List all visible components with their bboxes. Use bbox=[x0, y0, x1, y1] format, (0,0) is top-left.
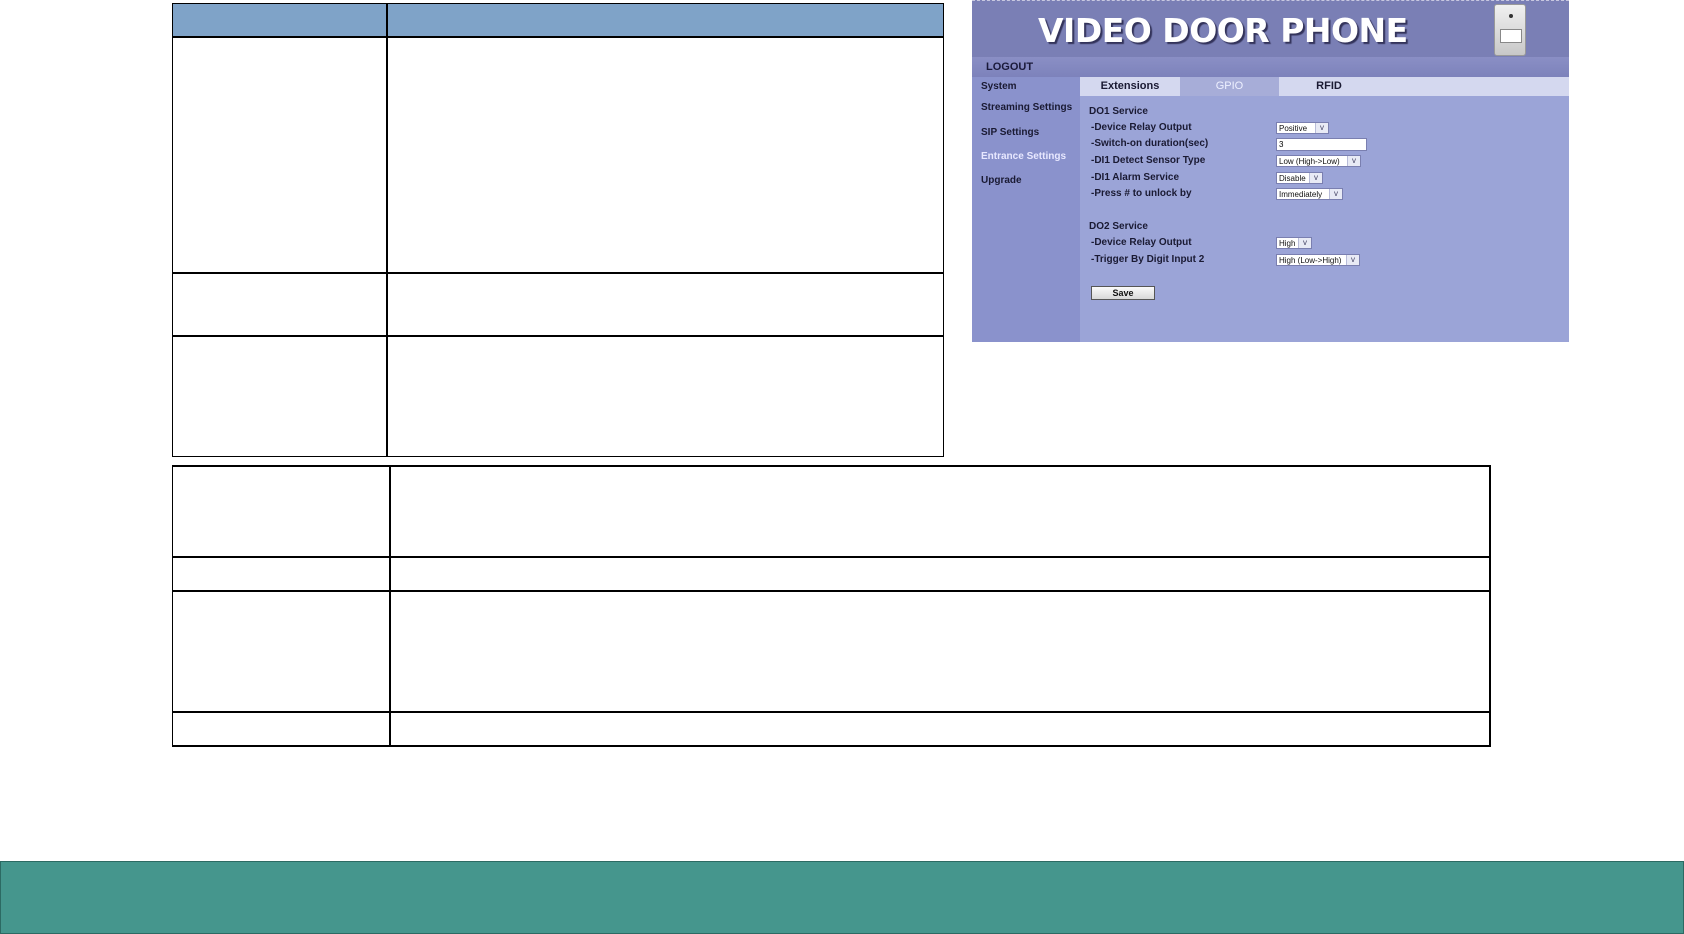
table1-border-right bbox=[943, 3, 944, 457]
di1-alarm-service-label: -DI1 Alarm Service bbox=[1091, 172, 1180, 183]
switch-on-duration-input[interactable]: 3 bbox=[1276, 138, 1367, 151]
table2-row-line-3 bbox=[172, 711, 1491, 713]
do1-relay-output-label: -Device Relay Output bbox=[1091, 122, 1192, 133]
press-unlock-select[interactable]: Immediately v bbox=[1276, 188, 1343, 200]
di1-alarm-service-select[interactable]: Disable v bbox=[1276, 172, 1323, 184]
do2-relay-output-select[interactable]: High v bbox=[1276, 237, 1312, 249]
di1-sensor-type-label: -DI1 Detect Sensor Type bbox=[1091, 155, 1206, 166]
di1-sensor-type-select[interactable]: Low (High->Low) v bbox=[1276, 155, 1361, 167]
tab-gpio[interactable]: GPIO bbox=[1180, 77, 1279, 96]
video-door-phone-panel: VIDEO DOOR PHONE LOGOUT System Streaming… bbox=[972, 0, 1569, 342]
table2-border-left bbox=[172, 465, 173, 747]
table1-row-line-2 bbox=[172, 272, 944, 274]
table1-row-line-3 bbox=[172, 335, 944, 337]
header-banner: VIDEO DOOR PHONE bbox=[972, 0, 1569, 57]
footer-bar bbox=[0, 861, 1684, 934]
chevron-down-icon: v bbox=[1329, 189, 1342, 199]
table2-border-top bbox=[172, 465, 1491, 467]
table1-border-left bbox=[172, 3, 173, 457]
table2-col-divider bbox=[389, 465, 391, 747]
do2-relay-output-label: -Device Relay Output bbox=[1091, 237, 1192, 248]
tab-bar: Extensions GPIO RFID bbox=[1080, 77, 1569, 96]
table2-row-line-1 bbox=[172, 556, 1491, 558]
logout-link[interactable]: LOGOUT bbox=[986, 61, 1033, 73]
sidebar-item-system[interactable]: System bbox=[981, 81, 1017, 92]
do2-service-heading: DO2 Service bbox=[1089, 221, 1148, 232]
sidebar-item-sip-settings[interactable]: SIP Settings bbox=[981, 127, 1039, 138]
trigger-digit-input-label: -Trigger By Digit Input 2 bbox=[1091, 254, 1205, 265]
sidebar-item-streaming-settings[interactable]: Streaming Settings bbox=[981, 102, 1072, 113]
gpio-settings-form: DO1 Service -Device Relay Output Positiv… bbox=[1080, 96, 1569, 342]
table1-border-top bbox=[172, 3, 944, 4]
table2-border-right bbox=[1489, 465, 1491, 747]
chevron-down-icon: v bbox=[1298, 238, 1311, 248]
chevron-down-icon: v bbox=[1346, 255, 1359, 265]
app-title: VIDEO DOOR PHONE bbox=[1038, 11, 1408, 50]
tab-rfid[interactable]: RFID bbox=[1279, 77, 1379, 96]
press-unlock-label: -Press # to unlock by bbox=[1091, 188, 1192, 199]
do1-service-heading: DO1 Service bbox=[1089, 106, 1148, 117]
chevron-down-icon: v bbox=[1315, 123, 1328, 133]
switch-on-duration-label: -Switch-on duration(sec) bbox=[1091, 138, 1209, 149]
tab-extensions[interactable]: Extensions bbox=[1080, 77, 1180, 96]
chevron-down-icon: v bbox=[1347, 156, 1360, 166]
trigger-digit-input-select[interactable]: High (Low->High) v bbox=[1276, 254, 1360, 266]
door-phone-device-icon bbox=[1494, 4, 1526, 56]
table1-row-line-1 bbox=[172, 36, 944, 38]
chevron-down-icon: v bbox=[1309, 173, 1322, 183]
sidebar-item-upgrade[interactable]: Upgrade bbox=[981, 175, 1022, 186]
table1-col-divider bbox=[386, 3, 388, 457]
sidebar-item-entrance-settings[interactable]: Entrance Settings bbox=[981, 151, 1066, 162]
table2-border-bottom bbox=[172, 745, 1491, 747]
table2-row-line-2 bbox=[172, 590, 1491, 592]
sidebar: System Streaming Settings SIP Settings E… bbox=[972, 77, 1080, 342]
logout-bar: LOGOUT bbox=[972, 57, 1569, 77]
table1-header-row bbox=[173, 4, 944, 37]
save-button[interactable]: Save bbox=[1091, 286, 1155, 300]
do1-relay-output-select[interactable]: Positive v bbox=[1276, 122, 1329, 134]
table1-border-bottom bbox=[172, 456, 944, 457]
